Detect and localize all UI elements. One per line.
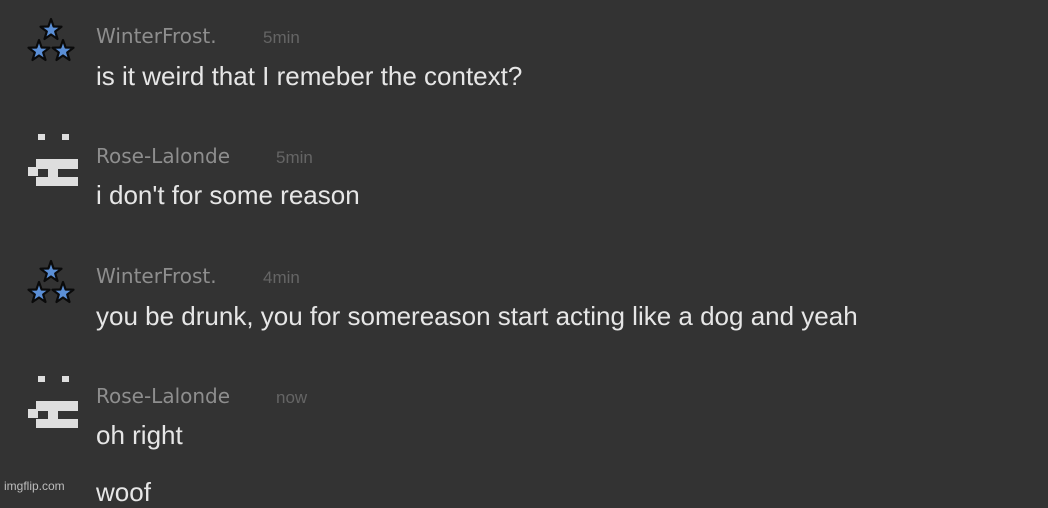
pixel-face-icon xyxy=(28,134,78,186)
message-text: woof xyxy=(96,477,151,507)
avatar[interactable] xyxy=(24,258,78,312)
pixel-face-icon xyxy=(28,376,78,428)
timestamp: 5min xyxy=(276,148,313,167)
timestamp: 4min xyxy=(263,268,300,287)
message-text: is it weird that I remeber the context? xyxy=(96,61,523,91)
message-text: i don't for some reason xyxy=(96,180,360,210)
avatar[interactable] xyxy=(24,134,78,188)
avatar[interactable] xyxy=(24,376,78,430)
username[interactable]: Rose-Lalonde xyxy=(96,384,230,408)
avatar[interactable] xyxy=(24,16,78,70)
three-stars-icon xyxy=(27,17,75,62)
username[interactable]: WinterFrost. xyxy=(96,24,217,48)
message-text: oh right xyxy=(96,420,183,450)
message-text: you be drunk, you for somereason start a… xyxy=(96,301,858,331)
timestamp: now xyxy=(276,388,308,407)
three-stars-icon xyxy=(27,259,75,304)
username[interactable]: WinterFrost. xyxy=(96,264,217,288)
username[interactable]: Rose-Lalonde xyxy=(96,144,230,168)
watermark: imgflip.com xyxy=(4,479,65,493)
timestamp: 5min xyxy=(263,28,300,47)
